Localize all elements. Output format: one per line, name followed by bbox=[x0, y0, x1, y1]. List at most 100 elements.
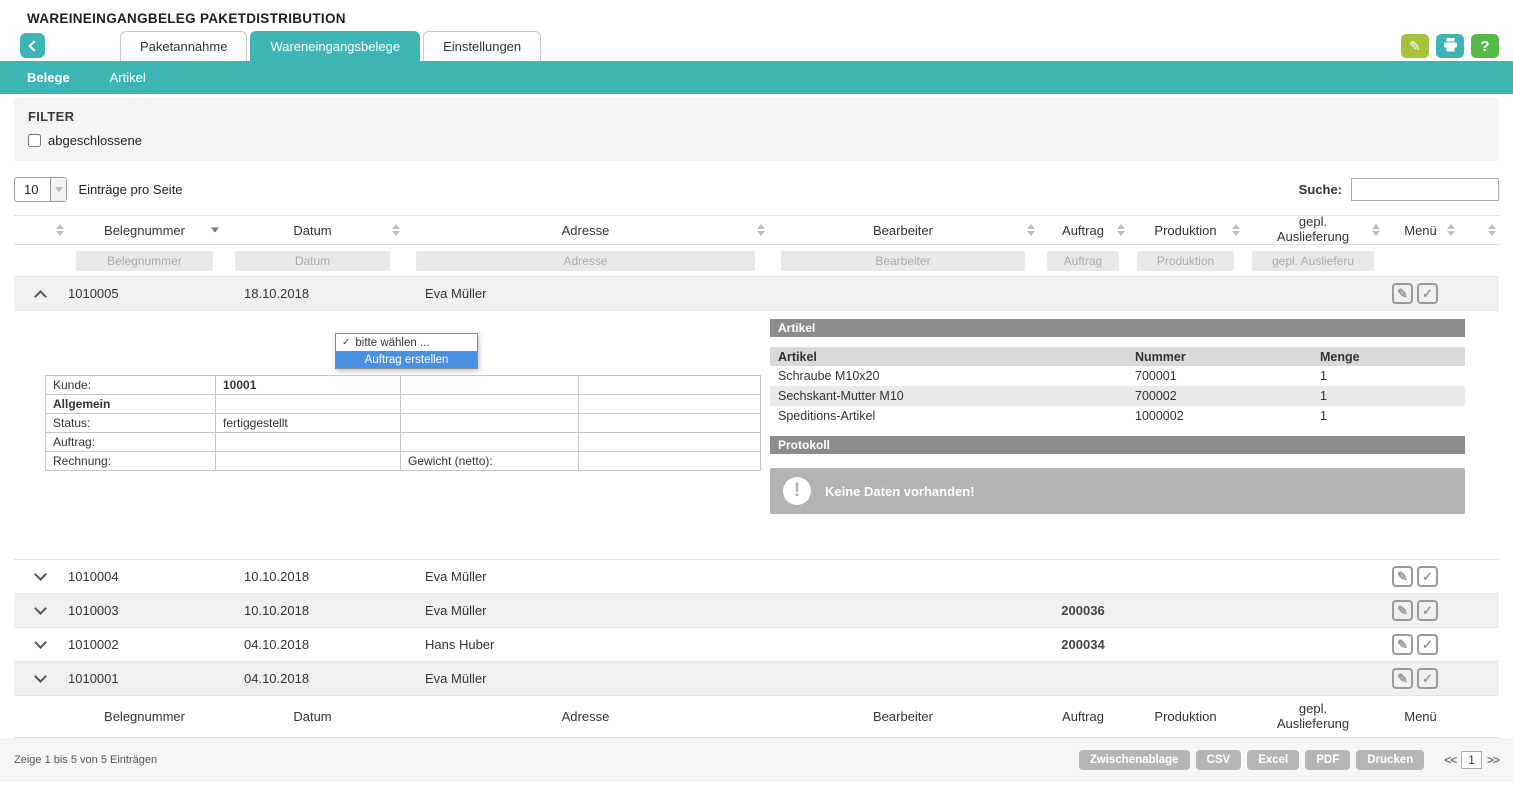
no-data-message: Keine Daten vorhanden! bbox=[825, 484, 975, 499]
filter-belegnummer-input[interactable] bbox=[76, 251, 213, 271]
chevron-left-icon bbox=[28, 40, 39, 51]
edit-icon[interactable]: ✎ bbox=[1392, 566, 1413, 587]
search-input[interactable] bbox=[1351, 178, 1499, 201]
cell-datum: 04.10.2018 bbox=[222, 662, 403, 695]
complete-check-icon[interactable]: ✓ bbox=[1417, 283, 1438, 304]
cell-menu: ✎ ✓ bbox=[1383, 628, 1458, 661]
cell-datum: 18.10.2018 bbox=[222, 277, 403, 310]
check-icon: ✓ bbox=[342, 337, 350, 348]
action-dropdown: ✓ bitte wählen ... Auftrag erstellen bbox=[335, 333, 478, 369]
app: WAREINEINGANGBELEG PAKETDISTRIBUTION Pak… bbox=[0, 0, 1513, 788]
cell-auftrag: 200036 bbox=[1038, 594, 1128, 627]
zwischenablage-button[interactable]: Zwischenablage bbox=[1079, 750, 1190, 770]
complete-check-icon[interactable]: ✓ bbox=[1417, 600, 1438, 621]
header-bearbeiter[interactable]: Bearbeiter bbox=[768, 216, 1038, 244]
cell-datum: 10.10.2018 bbox=[222, 594, 403, 627]
cell-gepl-auslieferung bbox=[1243, 662, 1383, 695]
header-produktion[interactable]: Produktion bbox=[1128, 216, 1243, 244]
cell-belegnummer: 1010005 bbox=[67, 277, 222, 310]
help-button[interactable]: ? bbox=[1471, 34, 1499, 58]
print-button[interactable] bbox=[1436, 34, 1464, 58]
cell-bearbeiter bbox=[768, 277, 1038, 310]
filter-adresse-input[interactable] bbox=[416, 251, 755, 271]
row-detail-panel: ✓ bitte wählen ... Auftrag erstellen Kun… bbox=[14, 311, 1499, 560]
table-row: 1010002 04.10.2018 Hans Huber 200034 ✎ ✓ bbox=[14, 628, 1499, 662]
edit-icon[interactable]: ✎ bbox=[1392, 600, 1413, 621]
artikel-row: Schraube M10x20 700001 1 bbox=[770, 366, 1465, 386]
excel-button[interactable]: Excel bbox=[1247, 750, 1299, 770]
question-icon: ? bbox=[1480, 38, 1489, 55]
edit-icon[interactable]: ✎ bbox=[1392, 283, 1413, 304]
edit-icon[interactable]: ✎ bbox=[1392, 668, 1413, 689]
footer-adresse: Adresse bbox=[403, 696, 768, 737]
status-label: Status: bbox=[46, 414, 216, 433]
header-auftrag[interactable]: Auftrag bbox=[1038, 216, 1128, 244]
header-menu[interactable]: Menü bbox=[1383, 216, 1458, 244]
drucken-button[interactable]: Drucken bbox=[1356, 750, 1424, 770]
filter-datum-input[interactable] bbox=[235, 251, 390, 271]
auftrag-label: Auftrag: bbox=[46, 433, 216, 452]
expand-row-button[interactable] bbox=[14, 560, 67, 593]
subnav-item-belege[interactable]: Belege bbox=[27, 70, 70, 85]
csv-button[interactable]: CSV bbox=[1196, 750, 1242, 770]
filter-produktion-input[interactable] bbox=[1137, 251, 1234, 271]
collapse-row-button[interactable] bbox=[14, 277, 67, 310]
table-row: 1010003 10.10.2018 Eva Müller 200036 ✎ ✓ bbox=[14, 594, 1499, 628]
sort-icon bbox=[1232, 224, 1240, 236]
tab-wareneingangsbelege[interactable]: Wareneingangsbelege bbox=[250, 31, 420, 61]
header-adresse[interactable]: Adresse bbox=[403, 216, 768, 244]
beleg-info-table: Kunde: 10001 Allgemein Status: fertigges… bbox=[45, 375, 761, 471]
prev-page-button[interactable]: << bbox=[1444, 753, 1456, 767]
header-belegnummer[interactable]: Belegnummer bbox=[67, 216, 222, 244]
header-end[interactable] bbox=[1458, 216, 1499, 244]
cell-datum: 04.10.2018 bbox=[222, 628, 403, 661]
dropdown-option-bitte-waehlen[interactable]: ✓ bitte wählen ... bbox=[336, 334, 477, 351]
back-button[interactable] bbox=[20, 33, 45, 58]
subnav-item-artikel[interactable]: Artikel bbox=[110, 70, 146, 85]
dropdown-option-auftrag-erstellen[interactable]: Auftrag erstellen bbox=[336, 351, 477, 368]
abgeschlossene-checkbox[interactable] bbox=[28, 134, 41, 147]
pencil-icon: ✎ bbox=[1409, 38, 1421, 55]
footer-auftrag: Auftrag bbox=[1038, 696, 1128, 737]
cell-datum: 10.10.2018 bbox=[222, 560, 403, 593]
pdf-button[interactable]: PDF bbox=[1305, 750, 1350, 770]
expand-row-button[interactable] bbox=[14, 628, 67, 661]
cell-belegnummer: 1010004 bbox=[67, 560, 222, 593]
footer-datum: Datum bbox=[222, 696, 403, 737]
current-page-button[interactable]: 1 bbox=[1461, 751, 1482, 769]
cell-belegnummer: 1010002 bbox=[67, 628, 222, 661]
kunde-value: 10001 bbox=[216, 376, 401, 395]
filter-bearbeiter-input[interactable] bbox=[781, 251, 1025, 271]
header-expand[interactable] bbox=[14, 216, 67, 244]
cell-menu: ✎ ✓ bbox=[1383, 662, 1458, 695]
header-gepl-auslieferung[interactable]: gepl. Auslieferung bbox=[1243, 216, 1383, 244]
info-row-auftrag: Auftrag: bbox=[46, 433, 761, 452]
rechnung-label: Rechnung: bbox=[46, 452, 216, 471]
complete-check-icon[interactable]: ✓ bbox=[1417, 634, 1438, 655]
cell-bearbeiter bbox=[768, 662, 1038, 695]
chevron-up-icon bbox=[34, 290, 47, 303]
edit-icon[interactable]: ✎ bbox=[1392, 634, 1413, 655]
page-size-select[interactable]: 10 bbox=[14, 177, 67, 202]
expand-row-button[interactable] bbox=[14, 594, 67, 627]
filter-gepl-auslieferung-input[interactable] bbox=[1252, 251, 1374, 271]
edit-button[interactable]: ✎ bbox=[1401, 34, 1429, 58]
cell-produktion bbox=[1128, 560, 1243, 593]
tab-einstellungen[interactable]: Einstellungen bbox=[423, 31, 541, 61]
footer-menu: Menü bbox=[1383, 696, 1458, 737]
filter-auftrag-input[interactable] bbox=[1047, 251, 1119, 271]
next-page-button[interactable]: >> bbox=[1487, 753, 1499, 767]
tab-paketannahme[interactable]: Paketannahme bbox=[120, 31, 247, 61]
cell-adresse: Eva Müller bbox=[403, 560, 768, 593]
sort-icon bbox=[392, 224, 400, 236]
chevron-down-icon bbox=[34, 670, 47, 683]
info-row-kunde: Kunde: 10001 bbox=[46, 376, 761, 395]
expand-row-button[interactable] bbox=[14, 662, 67, 695]
sort-icon bbox=[1372, 224, 1380, 236]
complete-check-icon[interactable]: ✓ bbox=[1417, 566, 1438, 587]
footer-bearbeiter: Bearbeiter bbox=[768, 696, 1038, 737]
header-datum[interactable]: Datum bbox=[222, 216, 403, 244]
no-data-alert: ! Keine Daten vorhanden! bbox=[770, 468, 1465, 514]
complete-check-icon[interactable]: ✓ bbox=[1417, 668, 1438, 689]
cell-produktion bbox=[1128, 277, 1243, 310]
